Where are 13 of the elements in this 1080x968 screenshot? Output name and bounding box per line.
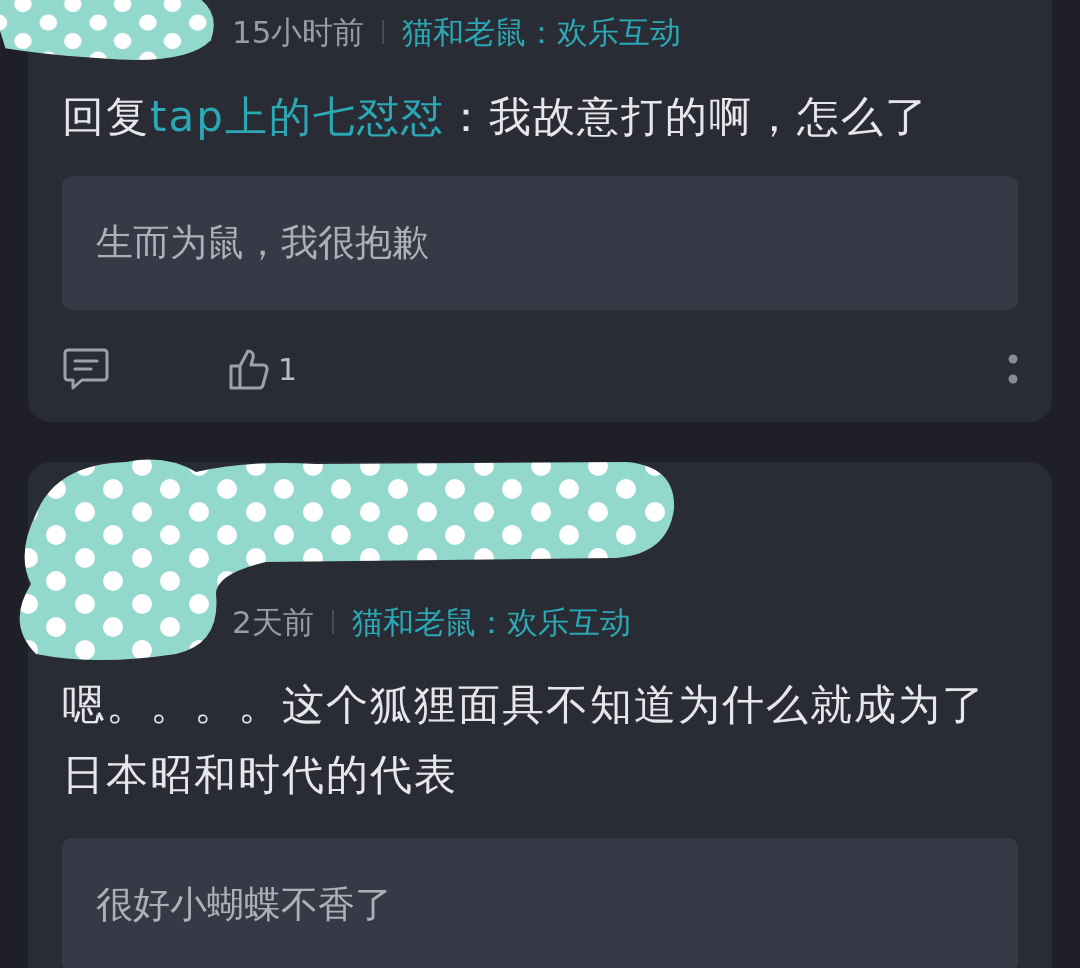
mention-link[interactable]: tap上的七怼怼 xyxy=(150,92,445,141)
comment-icon[interactable] xyxy=(62,347,110,391)
thumbs-up-icon[interactable] xyxy=(228,347,270,391)
more-icon[interactable] xyxy=(1008,354,1018,384)
time-label: 2天前 xyxy=(232,603,314,642)
quoted-reply: 生而为鼠，我很抱歉 xyxy=(62,176,1018,310)
time-label: 15小时前 xyxy=(232,13,365,52)
comment-text: 嗯。。。。这个狐狸面具不知道为什么就成为了日本昭和时代的代表 xyxy=(62,679,987,801)
source-label: 猫和老鼠：欢乐互动 xyxy=(402,13,682,52)
like-count: 1 xyxy=(278,351,298,387)
comment-text: 回复tap上的七怼怼：我故意打的啊，怎么了 xyxy=(62,91,930,143)
source-label: 猫和老鼠：欢乐互动 xyxy=(351,603,631,642)
quoted-reply: 很好小蝴蝶不香了 xyxy=(62,838,1018,968)
